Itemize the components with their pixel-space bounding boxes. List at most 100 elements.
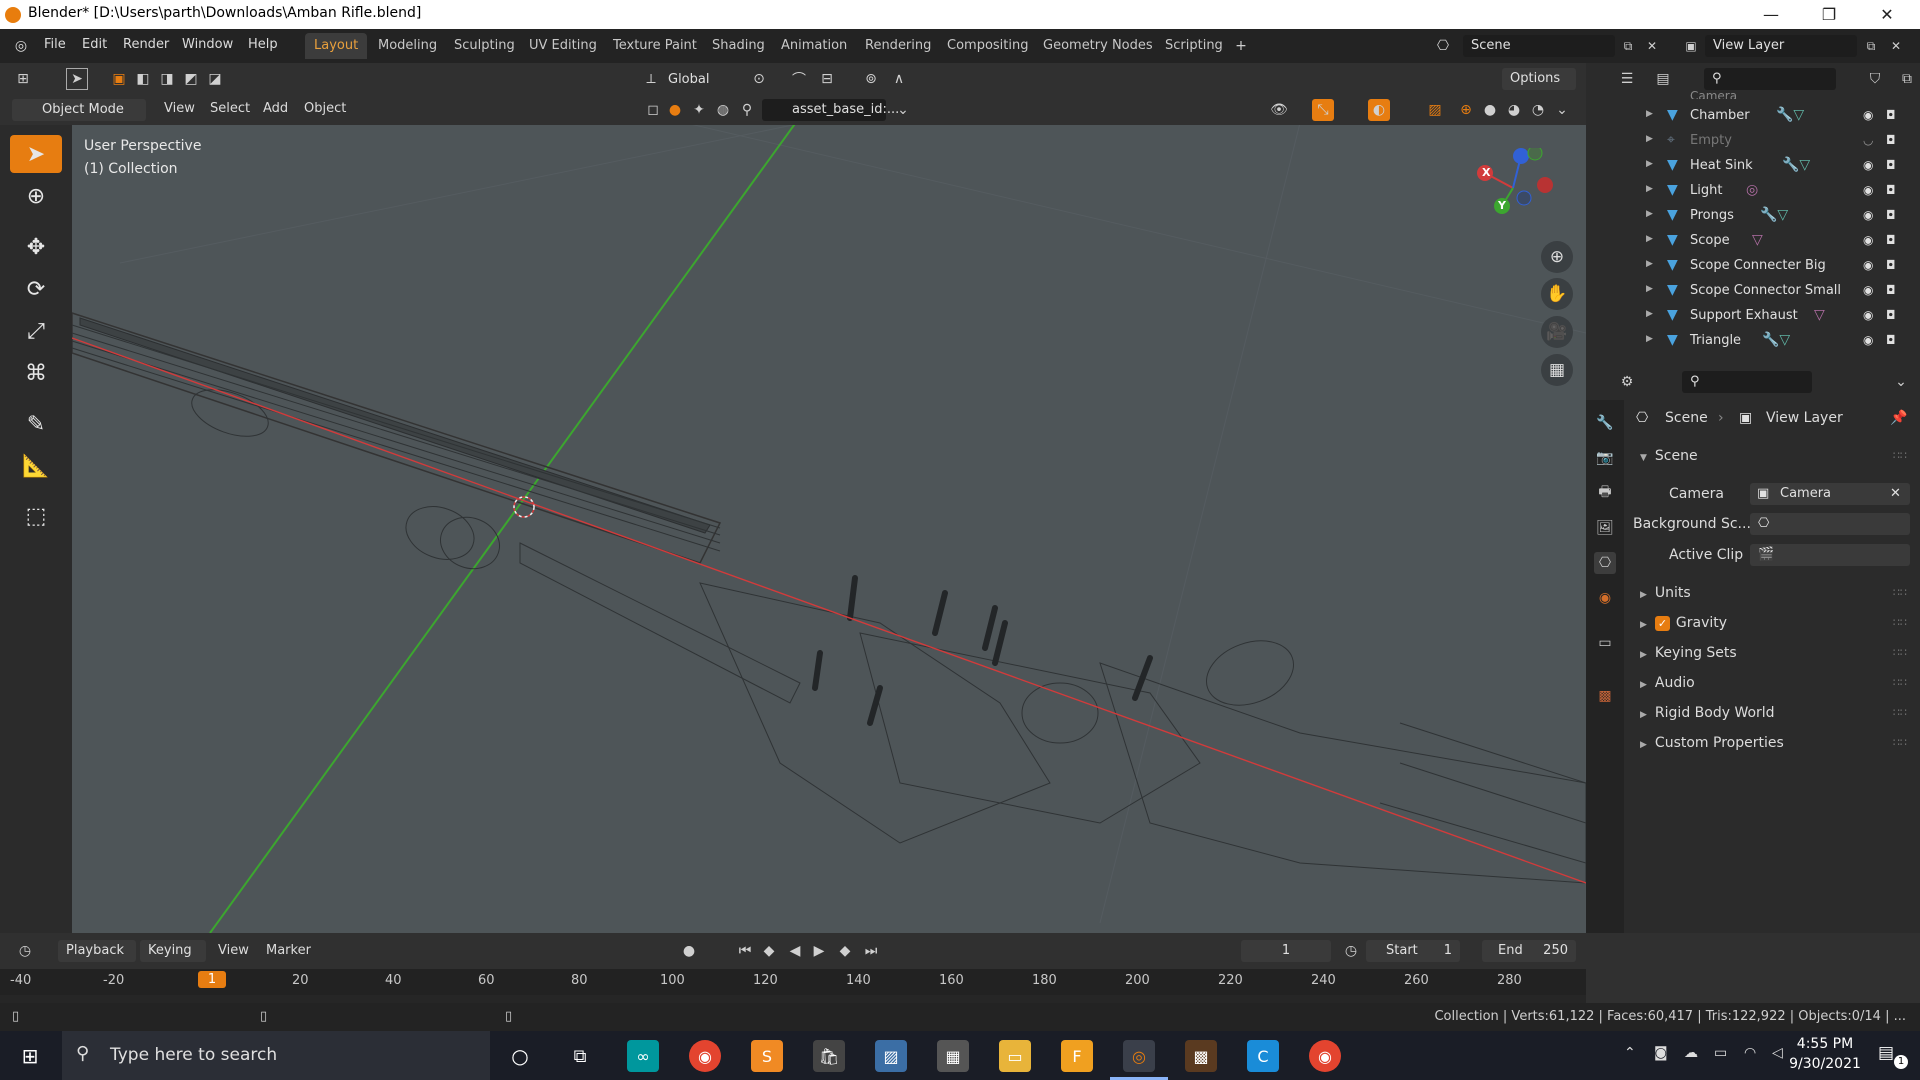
wireframe-shading-icon[interactable]: ⊕	[1455, 99, 1477, 121]
calculator-icon[interactable]: ▦	[937, 1040, 969, 1072]
playback-menu[interactable]: Playback	[58, 940, 136, 962]
expand-icon[interactable]: ▶	[1646, 234, 1653, 244]
visibility-eye-icon[interactable]: ◉	[1863, 183, 1873, 197]
asset-dropdown-icon[interactable]: ⌄	[892, 99, 914, 121]
add-workspace-icon[interactable]: +	[1230, 35, 1252, 57]
audio-panel-header[interactable]: ▶ Audio	[1640, 675, 1695, 691]
outliner-row[interactable]: ▶ ▼ Light ◎ ◉ ◘	[1586, 179, 1920, 204]
scene-tab-icon[interactable]: ⎔	[1594, 552, 1616, 574]
render-camera-icon[interactable]: ◘	[1886, 308, 1896, 322]
arduino-icon[interactable]: ∞	[627, 1040, 659, 1072]
play-reverse-icon[interactable]: ◀	[784, 940, 806, 962]
tab-scripting[interactable]: Scripting	[1156, 33, 1232, 59]
show-hidden-icons[interactable]: ⌃	[1624, 1045, 1636, 1061]
tab-shading[interactable]: Shading	[703, 33, 774, 59]
current-frame-indicator[interactable]: 1	[198, 971, 226, 988]
outliner-row[interactable]: ▶ ▼ Chamber 🔧▽ ◉ ◘	[1586, 104, 1920, 129]
snap-target-icon[interactable]: ⊟	[816, 68, 838, 90]
pivot-point-icon[interactable]: ⊙	[748, 68, 770, 90]
custom-properties-panel-header[interactable]: ▶ Custom Properties	[1640, 735, 1784, 751]
render-camera-icon[interactable]: ◘	[1886, 333, 1896, 347]
outliner-row[interactable]: ▶ ▼ Support Exhaust ▽ ◉ ◘	[1586, 304, 1920, 329]
webcam-icon[interactable]: ◙	[1654, 1045, 1668, 1061]
asset-brush-icon[interactable]: ⚲	[736, 99, 758, 121]
outliner-row[interactable]: ▶ ▼ Scope ▽ ◉ ◘	[1586, 229, 1920, 254]
select-box-subtract-icon[interactable]: ◨	[156, 68, 178, 90]
keying-menu[interactable]: Keying	[140, 940, 206, 962]
expand-icon[interactable]: ▶	[1646, 309, 1653, 319]
asset-material-icon[interactable]: ●	[664, 99, 686, 121]
c-app-icon[interactable]: C	[1247, 1040, 1279, 1072]
timeline-scrollbar[interactable]	[0, 995, 1586, 1003]
annotate-tool-button[interactable]: ✎	[10, 405, 62, 443]
scale-tool-button[interactable]: ⤢	[10, 312, 62, 350]
solid-shading-icon[interactable]: ●	[1479, 99, 1501, 121]
scene-selector-icon[interactable]: ⎔	[1432, 35, 1454, 57]
outliner-new-collection-icon[interactable]: ⧉	[1896, 68, 1918, 90]
tab-modeling[interactable]: Modeling	[369, 33, 446, 59]
visibility-eye-icon[interactable]: ◉	[1863, 233, 1873, 247]
rotate-tool-button[interactable]: ⟳	[10, 270, 62, 308]
record-icon[interactable]: ●	[678, 940, 700, 962]
cursor-tool-button[interactable]: ⊕	[10, 177, 62, 215]
outliner-row[interactable]: ▶ ▼ Heat Sink 🔧▽ ◉ ◘	[1586, 154, 1920, 179]
expand-icon[interactable]: ▶	[1646, 184, 1653, 194]
task-view-icon[interactable]: ⧉	[564, 1040, 596, 1072]
expand-icon[interactable]: ▶	[1646, 284, 1653, 294]
timeline-menu-view[interactable]: View	[218, 943, 249, 958]
render-camera-icon[interactable]: ◘	[1886, 283, 1896, 297]
restore-button[interactable]: ❐	[1800, 0, 1858, 29]
outliner-row[interactable]: ▶ ▼ Scope Connecter Big ◉ ◘	[1586, 254, 1920, 279]
collection-tab-icon[interactable]: ▭	[1594, 632, 1616, 654]
menu-window[interactable]: Window	[182, 37, 233, 52]
timeline-editor-type-icon[interactable]: ◷	[14, 940, 36, 962]
keying-sets-panel-header[interactable]: ▶ Keying Sets	[1640, 645, 1737, 661]
panel-drag-handle[interactable]: ∷∷	[1893, 736, 1907, 749]
expand-icon[interactable]: ▶	[1646, 209, 1653, 219]
select-tool-button[interactable]: ➤	[10, 135, 62, 173]
tab-layout[interactable]: Layout	[305, 33, 368, 59]
viewport-menu-select[interactable]: Select	[210, 101, 250, 116]
panel-drag-handle[interactable]: ∷∷	[1893, 616, 1907, 629]
select-box-new-icon[interactable]: ▣	[108, 68, 130, 90]
properties-search-input[interactable]: ⚲	[1682, 371, 1812, 393]
active-clip-field[interactable]: 🎬	[1750, 544, 1910, 566]
properties-editor-type-icon[interactable]: ⚙	[1616, 371, 1638, 393]
expand-icon[interactable]: ▶	[1646, 159, 1653, 169]
render-tab-icon[interactable]: 📷	[1594, 447, 1616, 469]
cloud-icon[interactable]: ☁	[1684, 1045, 1698, 1061]
viewport-menu-view[interactable]: View	[164, 101, 195, 116]
options-dropdown[interactable]: Options	[1502, 68, 1576, 90]
wifi-icon[interactable]: ◠	[1744, 1045, 1756, 1061]
view-layer-tab-icon[interactable]: 🖼	[1594, 517, 1616, 539]
measure-tool-button[interactable]: 📐	[10, 447, 62, 485]
render-camera-icon[interactable]: ◘	[1886, 158, 1896, 172]
asset-world-icon[interactable]: ✦	[688, 99, 710, 121]
material-shading-icon[interactable]: ◕	[1503, 99, 1525, 121]
outliner-row[interactable]: ▶ ⌖ Empty ◡ ◘	[1586, 129, 1920, 154]
new-scene-icon[interactable]: ⧉	[1617, 35, 1639, 57]
current-frame-field[interactable]: 1	[1241, 940, 1331, 962]
tab-geometry-nodes[interactable]: Geometry Nodes	[1034, 33, 1162, 59]
notification-center-icon[interactable]: ▤	[1878, 1043, 1894, 1063]
jump-start-icon[interactable]: ⏮	[734, 940, 756, 962]
output-tab-icon[interactable]: 🖶	[1594, 482, 1616, 504]
menu-render[interactable]: Render	[123, 37, 169, 52]
transform-orientation-dropdown[interactable]: Global	[668, 72, 709, 87]
pan-hand-icon[interactable]: ✋	[1541, 278, 1573, 310]
editor-type-icon[interactable]: ⊞	[12, 68, 34, 90]
blender-menu-icon[interactable]: ◎	[10, 35, 32, 57]
navigation-gizmo[interactable]: X Y	[1473, 145, 1553, 228]
rigid-body-world-panel-header[interactable]: ▶ Rigid Body World	[1640, 705, 1775, 721]
camera-view-icon[interactable]: 🎥	[1541, 316, 1573, 348]
add-cube-tool-button[interactable]: ⬚	[10, 497, 62, 535]
proportional-edit-icon[interactable]: ⊚	[860, 68, 882, 90]
chrome-profile-icon[interactable]: ◉	[1309, 1040, 1341, 1072]
background-scene-field[interactable]: ⎔	[1750, 513, 1910, 535]
tab-compositing[interactable]: Compositing	[938, 33, 1038, 59]
timeline-ruler[interactable]: -40 -20 1 20 40 60 80 100 120 140 160 18…	[0, 969, 1586, 995]
panel-drag-handle[interactable]: ∷∷	[1893, 646, 1907, 659]
asset-browser-icon[interactable]: ◻	[642, 99, 664, 121]
viewport-menu-object[interactable]: Object	[304, 101, 346, 116]
camera-field[interactable]: Camera	[1750, 483, 1910, 505]
